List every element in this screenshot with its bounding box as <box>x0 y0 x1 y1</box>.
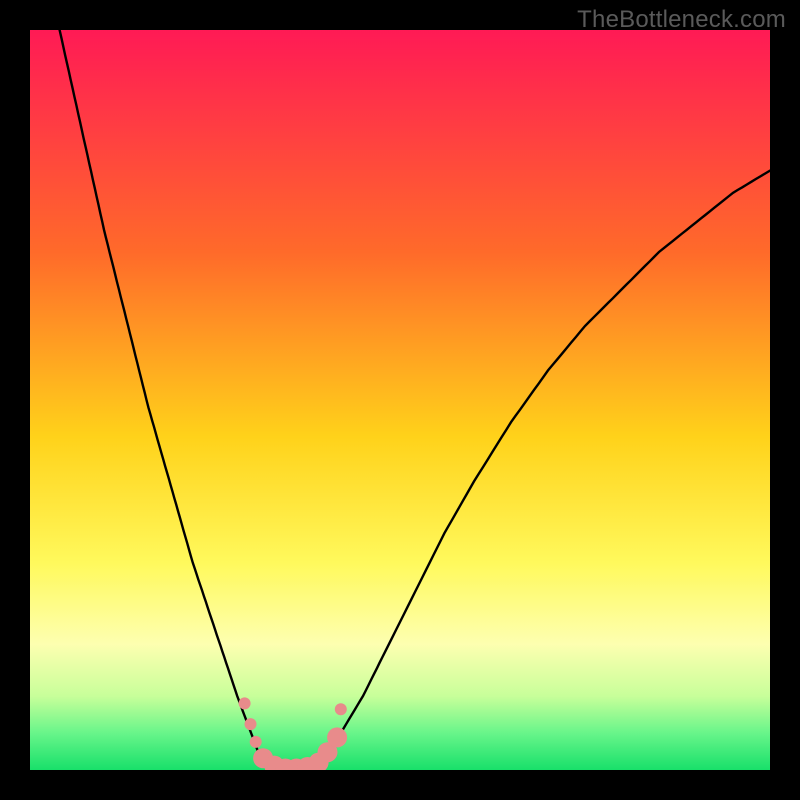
data-marker <box>239 697 251 709</box>
watermark-text: TheBottleneck.com <box>577 6 786 34</box>
gradient-background <box>30 30 770 770</box>
chart-svg <box>30 30 770 770</box>
data-marker <box>250 736 262 748</box>
data-marker <box>335 703 347 715</box>
plot-area <box>30 30 770 770</box>
data-marker <box>327 727 347 747</box>
data-marker <box>245 718 257 730</box>
chart-frame: TheBottleneck.com <box>0 0 800 800</box>
